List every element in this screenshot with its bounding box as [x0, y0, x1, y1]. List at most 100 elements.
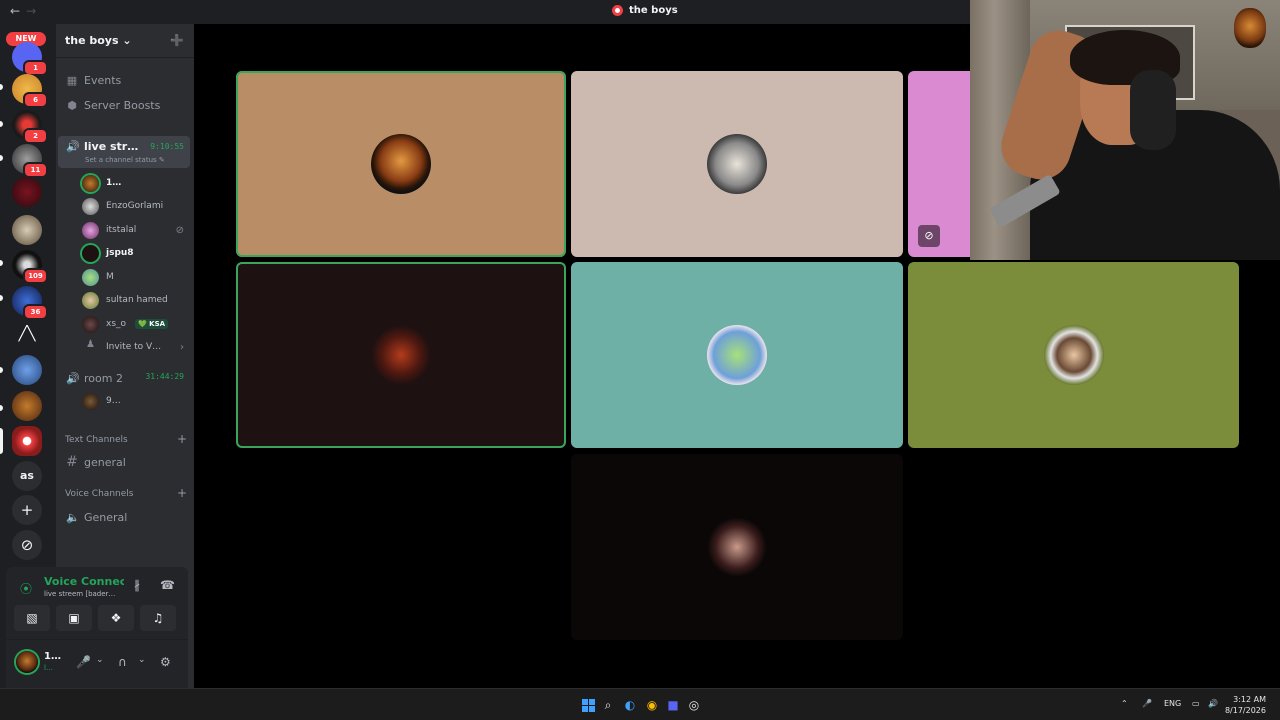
participant-tile[interactable] — [571, 71, 903, 257]
back-arrow-icon[interactable]: ← — [10, 4, 26, 18]
participant-tile[interactable] — [571, 454, 903, 640]
server-icon-2[interactable]: 6 — [12, 74, 48, 108]
voice-timer: 31:44:29 — [145, 372, 184, 381]
activities-button[interactable]: ❖ — [98, 605, 134, 631]
server-icon-10[interactable] — [12, 355, 42, 385]
clock-date: 8/17/2026 — [1224, 706, 1266, 715]
invite-to-voice[interactable]: ♟ Invite to V… › — [82, 337, 190, 357]
voice-channels-header[interactable]: Voice Channels + — [65, 487, 187, 499]
search-icon[interactable]: ⌕ — [600, 697, 616, 713]
clock-time: 3:12 AM — [1233, 695, 1266, 704]
participant-tile[interactable] — [236, 71, 566, 257]
server-icon-3[interactable]: 2 — [12, 110, 48, 144]
discord-icon[interactable]: ■ — [665, 697, 681, 713]
forward-arrow-icon[interactable]: → — [26, 4, 42, 18]
chevron-down-icon[interactable]: ⌄ — [138, 655, 146, 665]
voice-user[interactable]: jspu8 — [82, 243, 190, 263]
unread-pill — [0, 367, 3, 373]
mention-badge: 6 — [23, 92, 48, 108]
voice-user-name: jspu8 — [106, 248, 134, 258]
text-channels-header[interactable]: Text Channels + — [65, 433, 187, 445]
camera-off-button[interactable]: ▧ — [14, 605, 50, 631]
add-server-icon[interactable]: + — [12, 495, 42, 525]
edge-icon[interactable]: ◐ — [622, 697, 638, 713]
channel-name: room 2 — [84, 371, 123, 385]
server-boosts-item[interactable]: ⬢ Server Boosts — [58, 94, 190, 116]
windows-start-icon[interactable] — [582, 699, 595, 712]
microphone-icon[interactable]: 🎤 — [76, 655, 91, 669]
mention-badge: 2 — [23, 128, 48, 144]
category-label: Voice Channels — [65, 489, 134, 499]
add-member-icon[interactable]: ➕ — [170, 34, 184, 47]
voice-user[interactable]: sultan hamed — [82, 290, 190, 310]
mention-badge: 109 — [23, 268, 48, 284]
add-channel-icon[interactable]: + — [177, 487, 187, 499]
server-icon-4[interactable]: 11 — [12, 144, 48, 178]
settings-gear-icon[interactable]: ⚙ — [160, 655, 171, 669]
server-icon-as[interactable]: as — [12, 461, 42, 491]
guild-header[interactable]: the boys ⌄ ➕ — [56, 24, 194, 58]
voice-channel-room-2[interactable]: 🔊 room 2 31:44:29 — [58, 367, 190, 389]
voice-timer: 9:10:55 — [150, 142, 184, 151]
avatar — [82, 268, 99, 286]
unread-pill — [0, 84, 3, 90]
voice-user[interactable]: M — [82, 267, 190, 287]
voice-user[interactable]: EnzoGorlami — [82, 196, 190, 216]
tray-volume-icon[interactable]: 🔊 — [1208, 699, 1218, 708]
disconnect-icon[interactable]: ☎ — [160, 578, 175, 592]
participant-tile[interactable] — [908, 262, 1239, 448]
avatar — [82, 174, 99, 192]
chevron-down-icon[interactable]: ⌄ — [96, 655, 104, 665]
server-icon-the-boys[interactable] — [12, 426, 42, 456]
participant-avatar — [371, 325, 431, 385]
participant-tile[interactable] — [571, 262, 903, 448]
voice-user[interactable]: xs_o 💚 KSA — [82, 314, 190, 334]
avatar — [82, 244, 99, 262]
participant-tile[interactable] — [236, 262, 566, 448]
participant-avatar — [371, 134, 431, 194]
discover-icon[interactable]: ⊘ — [12, 530, 42, 560]
voice-channel-general[interactable]: 🔈 General — [58, 505, 190, 529]
system-clock[interactable]: 3:12 AM 8/17/2026 — [1225, 694, 1266, 716]
user-avatar[interactable] — [16, 651, 38, 673]
panel-divider — [6, 639, 188, 640]
participant-tile[interactable]: ⊘ — [908, 71, 970, 257]
voice-user[interactable]: itstalal ⊘ — [82, 220, 190, 240]
voice-user[interactable]: 1… — [82, 173, 190, 193]
server-icon-9[interactable]: ╱╲ — [12, 319, 42, 349]
screen-share-button[interactable]: ▣ — [56, 605, 92, 631]
language-indicator[interactable]: ENG — [1164, 699, 1181, 708]
voice-channel-live-stream[interactable]: 🔊 live str… 9:10:55 Set a channel status… — [58, 136, 190, 168]
voice-status[interactable]: Voice Connected — [44, 575, 124, 588]
voice-user[interactable]: 9… — [82, 391, 190, 411]
user-name[interactable]: 1… — [44, 651, 61, 662]
server-icon-6[interactable] — [12, 215, 42, 245]
speaker-icon: 🔈 — [66, 510, 80, 524]
chrome-icon[interactable]: ◉ — [644, 697, 660, 713]
participant-avatar — [707, 134, 767, 194]
unread-pill — [0, 121, 3, 127]
events-item[interactable]: ▦ Events — [58, 69, 190, 91]
soundboard-button[interactable]: ♫ — [140, 605, 176, 631]
headset-icon — [1130, 70, 1176, 150]
tray-chevron-icon[interactable]: ⌃ — [1121, 699, 1128, 708]
server-icon-7[interactable]: 109 — [12, 250, 48, 284]
tray-mic-icon[interactable]: 🎤 — [1142, 699, 1152, 708]
voice-user-name: M — [106, 272, 114, 282]
headphones-icon[interactable]: ∩ — [118, 655, 127, 669]
windows-taskbar: ⌕ ◐ ◉ ■ ◎ ⌃ 🎤 ENG ▭ 🔊 3:12 AM 8/17/2026 — [0, 688, 1280, 720]
voice-user-name: itstalal — [106, 225, 137, 235]
add-channel-icon[interactable]: + — [177, 433, 187, 445]
tray-display-icon[interactable]: ▭ — [1192, 699, 1200, 708]
server-icon-1[interactable]: 1 — [12, 42, 48, 76]
server-icon-11[interactable] — [12, 391, 42, 421]
signal-icon[interactable]: ⦿ — [20, 580, 32, 597]
text-channel-general[interactable]: # general — [58, 450, 190, 474]
channel-status[interactable]: Set a channel status ✎ — [85, 156, 165, 164]
voice-user-name: 9… — [106, 396, 121, 406]
noise-suppression-icon[interactable]: ∦ — [134, 578, 140, 592]
server-icon-5[interactable] — [12, 177, 42, 207]
server-icon-8[interactable]: 36 — [12, 286, 48, 320]
obs-icon[interactable]: ◎ — [686, 697, 702, 713]
voice-channel-sub[interactable]: live streem [bader… — [44, 590, 115, 598]
